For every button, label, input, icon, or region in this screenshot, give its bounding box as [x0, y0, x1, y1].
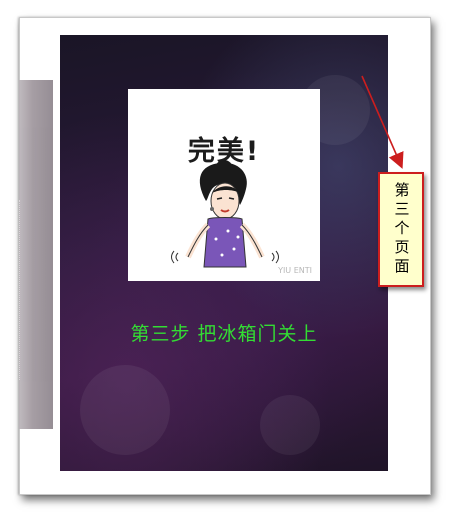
sticker-image: 完美! YIU ENTI [128, 89, 320, 281]
background-bokeh [260, 395, 320, 455]
sticker-watermark: YIU ENTI [278, 266, 312, 275]
current-slide[interactable]: 完美! YIU ENTI 第三步 把冰箱门关上 [60, 35, 388, 471]
annotation-callout: 第三个页面 [378, 172, 424, 287]
slide-caption: 第三步 把冰箱门关上 [130, 323, 318, 345]
background-bokeh [80, 365, 170, 455]
slide-edge-divider [19, 200, 23, 380]
annotation-label: 第三个页面 [392, 182, 411, 277]
woman-qipao-sticker-icon [171, 160, 279, 268]
previous-slide-thumbnail[interactable] [19, 80, 53, 429]
